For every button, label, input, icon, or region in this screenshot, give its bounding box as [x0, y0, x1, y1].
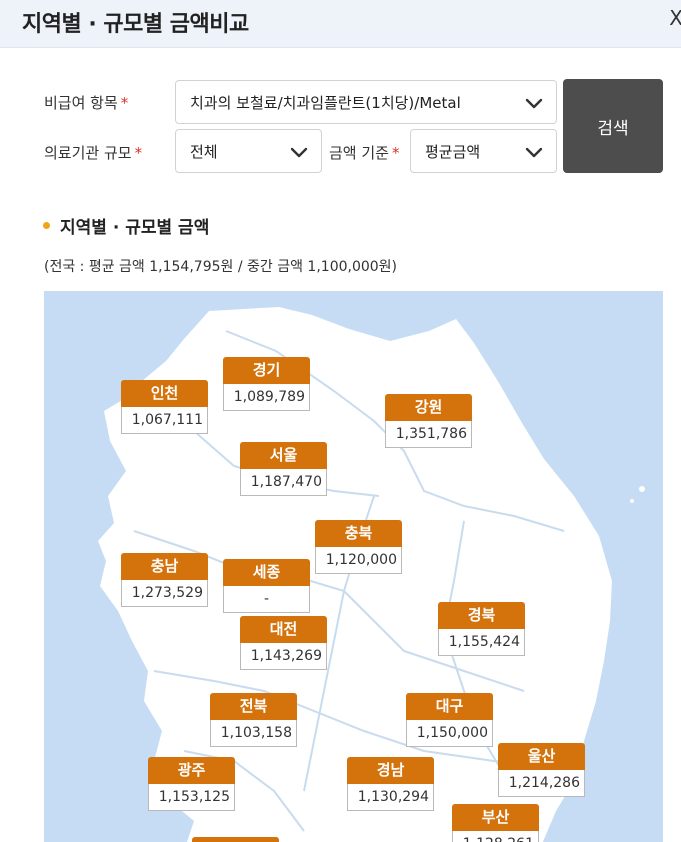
size-select-value: 전체: [190, 143, 218, 161]
region-amount: 1,089,789: [223, 384, 310, 411]
region-amount: 1,067,111: [121, 407, 208, 434]
region-amount: 1,273,529: [121, 580, 208, 607]
required-mark: *: [120, 94, 129, 112]
region-sejong[interactable]: 세종 -: [223, 559, 310, 613]
region-gyeongbuk[interactable]: 경북 1,155,424: [438, 602, 525, 656]
region-amount: 1,351,786: [385, 421, 472, 448]
region-gyeongnam[interactable]: 경남 1,130,294: [347, 757, 434, 811]
region-name: 경북: [438, 602, 525, 629]
region-partial[interactable]: [192, 837, 279, 842]
region-map: 인천 1,067,111 경기 1,089,789 강원 1,351,786 서…: [44, 291, 663, 842]
region-amount: 1,128,261: [452, 831, 539, 842]
region-busan[interactable]: 부산 1,128,261: [452, 804, 539, 842]
region-name: 부산: [452, 804, 539, 831]
region-name: 충남: [121, 553, 208, 580]
region-gyeonggi[interactable]: 경기 1,089,789: [223, 357, 310, 411]
region-jeonbuk[interactable]: 전북 1,103,158: [210, 693, 297, 747]
region-name: 전북: [210, 693, 297, 720]
close-icon[interactable]: X: [669, 6, 681, 30]
search-button[interactable]: 검색: [563, 79, 663, 173]
region-gwangju[interactable]: 광주 1,153,125: [148, 757, 235, 811]
region-amount: 1,120,000: [315, 547, 402, 574]
basis-label-text: 금액 기준: [329, 144, 389, 162]
region-name: 울산: [498, 743, 585, 770]
region-amount: 1,103,158: [210, 720, 297, 747]
region-amount: -: [223, 586, 310, 613]
region-amount: 1,143,269: [240, 643, 327, 670]
region-ulsan[interactable]: 울산 1,214,286: [498, 743, 585, 797]
region-incheon[interactable]: 인천 1,067,111: [121, 380, 208, 434]
bullet-icon: [43, 222, 50, 229]
section-title: 지역별 · 규모별 금액: [60, 218, 210, 238]
region-amount: 1,130,294: [347, 784, 434, 811]
chevron-down-icon: [525, 147, 543, 158]
region-amount: 1,187,470: [240, 469, 327, 496]
item-label-text: 비급여 항목: [44, 94, 118, 112]
region-name: 서울: [240, 442, 327, 469]
region-daegu[interactable]: 대구 1,150,000: [406, 693, 493, 747]
item-select-value: 치과의 보철료/치과임플란트(1치당)/Metal: [190, 94, 461, 112]
region-amount: 1,155,424: [438, 629, 525, 656]
basis-select[interactable]: 평균금액: [410, 129, 557, 173]
required-mark: *: [391, 144, 400, 162]
region-amount: 1,153,125: [148, 784, 235, 811]
chevron-down-icon: [290, 147, 308, 158]
region-chungbuk[interactable]: 충북 1,120,000: [315, 520, 402, 574]
national-summary: (전국 : 평균 금액 1,154,795원 / 중간 금액 1,100,000…: [44, 259, 398, 275]
size-select[interactable]: 전체: [175, 129, 322, 173]
item-select[interactable]: 치과의 보철료/치과임플란트(1치당)/Metal: [175, 80, 557, 124]
size-label: 의료기관 규모 *: [44, 142, 142, 163]
item-label: 비급여 항목 *: [44, 92, 128, 113]
region-amount: 1,214,286: [498, 770, 585, 797]
region-name: 대구: [406, 693, 493, 720]
basis-select-value: 평균금액: [425, 143, 481, 161]
basis-label: 금액 기준 *: [329, 142, 399, 163]
region-name: 충북: [315, 520, 402, 547]
popup-title: 지역별 · 규모별 금액비교: [22, 12, 249, 37]
region-amount: 1,150,000: [406, 720, 493, 747]
region-name: 세종: [223, 559, 310, 586]
region-name: 강원: [385, 394, 472, 421]
region-name: 대전: [240, 616, 327, 643]
size-label-text: 의료기관 규모: [44, 144, 132, 162]
region-gangwon[interactable]: 강원 1,351,786: [385, 394, 472, 448]
region-name: 광주: [148, 757, 235, 784]
region-daejeon[interactable]: 대전 1,143,269: [240, 616, 327, 670]
region-name: 경기: [223, 357, 310, 384]
chevron-down-icon: [525, 98, 543, 109]
required-mark: *: [134, 144, 143, 162]
region-name: 인천: [121, 380, 208, 407]
popup-header: 지역별 · 규모별 금액비교 X: [0, 0, 681, 48]
region-seoul[interactable]: 서울 1,187,470: [240, 442, 327, 496]
region-name: [192, 837, 279, 842]
region-chungnam[interactable]: 충남 1,273,529: [121, 553, 208, 607]
region-name: 경남: [347, 757, 434, 784]
